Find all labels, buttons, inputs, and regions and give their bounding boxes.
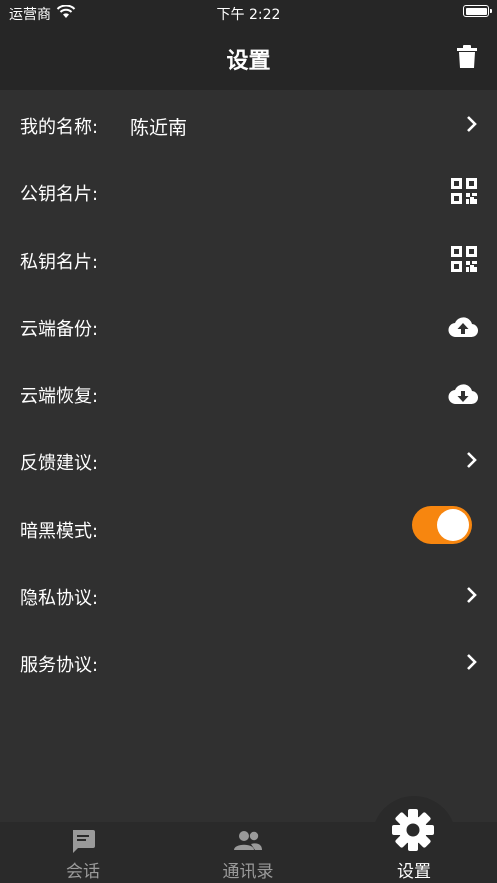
row-public-key-card[interactable]: 公钥名片: (0, 157, 497, 224)
toggle-knob (437, 509, 469, 541)
cloud-upload-icon (448, 317, 478, 337)
clock: 下午 2:22 (216, 7, 281, 23)
row-service-agreement[interactable]: 服务协议: (0, 628, 497, 695)
row-cloud-backup[interactable]: 云端备份: (0, 292, 497, 359)
tab-label: 会话 (66, 862, 100, 882)
page-title: 设置 (226, 49, 271, 74)
trash-icon[interactable] (456, 45, 478, 69)
row-private-key-card[interactable]: 私钥名片: (0, 225, 497, 292)
row-cloud-restore[interactable]: 云端恢复: (0, 359, 497, 426)
private-key-card-label: 私钥名片: (20, 251, 99, 273)
settings-list: 我的名称: 陈近南 公钥名片: 私钥名片: 云端备份: 云端恢复: 反馈建议: … (0, 90, 497, 696)
gear-icon (392, 809, 434, 851)
tab-label: 设置 (397, 862, 431, 882)
my-name-label: 我的名称: (20, 117, 99, 138)
tab-contacts[interactable]: 通讯录 (168, 822, 328, 883)
qr-code-icon (451, 178, 477, 205)
feedback-label: 反馈建议: (20, 453, 99, 475)
dark-mode-label: 暗黑模式: (20, 520, 99, 542)
chevron-right-icon (467, 654, 477, 671)
cloud-download-icon (448, 384, 478, 405)
status-bar: 运营商 下午 2:22 (0, 0, 497, 26)
service-agreement-label: 服务协议: (20, 655, 99, 677)
row-my-name[interactable]: 我的名称: 陈近南 (0, 90, 497, 157)
row-privacy-policy[interactable]: 隐私协议: (0, 561, 497, 628)
cloud-backup-label: 云端备份: (20, 318, 99, 340)
battery-icon (463, 5, 492, 17)
cloud-restore-label: 云端恢复: (20, 386, 99, 408)
row-feedback[interactable]: 反馈建议: (0, 426, 497, 493)
my-name-value: 陈近南 (130, 117, 188, 139)
nav-bar: 设置 (0, 26, 497, 90)
chevron-right-icon (467, 587, 477, 603)
chevron-right-icon (467, 452, 477, 469)
chat-icon (73, 830, 95, 853)
qr-code-icon (451, 245, 477, 272)
tab-chats[interactable]: 会话 (3, 822, 163, 883)
dark-mode-toggle[interactable] (412, 506, 472, 544)
privacy-policy-label: 隐私协议: (20, 588, 99, 610)
chevron-right-icon (467, 116, 477, 132)
public-key-card-label: 公钥名片: (20, 184, 99, 206)
tab-label: 通讯录 (222, 862, 274, 882)
contacts-icon (234, 831, 262, 850)
